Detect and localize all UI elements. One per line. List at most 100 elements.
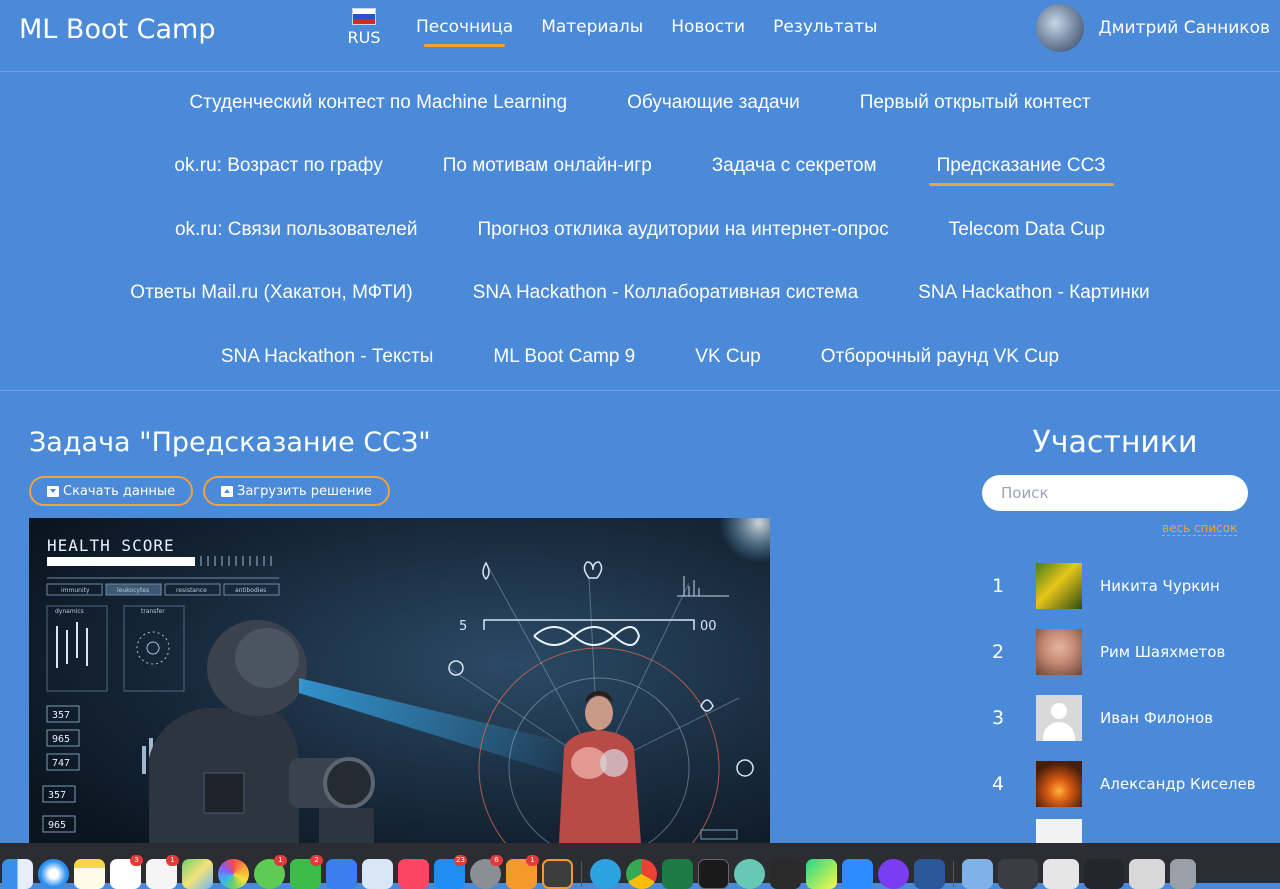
dock-separator [953,861,954,887]
figma-icon[interactable] [770,859,801,889]
window-thumbnail[interactable] [1129,859,1165,889]
system-preferences-icon[interactable]: 6 [470,855,503,889]
contest-link[interactable]: SNA Hackathon - Картинки [918,282,1150,304]
participant-rank: 2 [992,641,1005,663]
contest-link[interactable]: Обучающие задачи [627,92,800,114]
contest-link[interactable]: По мотивам онлайн-игр [443,155,652,177]
terminal-icon[interactable] [698,859,729,889]
participant-item[interactable]: 4 Александр Киселев [982,761,1272,807]
contest-link[interactable]: Отборочный раунд VK Cup [821,346,1059,368]
contest-link[interactable]: Прогноз отклика аудитории на интернет-оп… [477,219,888,241]
participants-list: 1 Никита Чуркин 2 Рим Шаяхметов 3 Иван Ф… [982,563,1272,885]
contest-link[interactable]: Студенческий контест по Machine Learning [189,92,567,114]
user-menu[interactable]: Дмитрий Санников [1036,4,1270,52]
contest-link[interactable]: SNA Hackathon - Коллаборативная система [473,282,858,304]
telegram-icon[interactable] [590,859,621,889]
nav-sandbox[interactable]: Песочница [416,17,513,47]
contest-link[interactable]: ok.ru: Связи пользователей [175,219,418,241]
health-score-label: HEALTH SCORE [47,536,175,555]
participant-item[interactable]: 3 Иван Филонов [982,695,1272,741]
window-thumbnail[interactable] [998,859,1038,889]
dock-badge: 6 [490,855,503,866]
hero-tab: antibodies [235,587,266,594]
contest-link[interactable]: Задача с секретом [712,155,877,177]
music-icon[interactable] [398,859,429,889]
contest-link-active[interactable]: Предсказание ССЗ [928,155,1114,186]
hero-scale-left: 5 [459,619,467,634]
hero-readout: 357 [52,710,70,721]
contest-link[interactable]: SNA Hackathon - Тексты [221,346,434,368]
keynote-icon[interactable] [326,859,357,889]
window-thumbnail[interactable] [1043,859,1079,889]
trash-icon[interactable] [1170,859,1196,889]
window-thumbnail[interactable] [1084,859,1124,889]
participant-rank: 4 [992,773,1005,795]
user-name: Дмитрий Санников [1098,18,1270,38]
contest-link[interactable]: ok.ru: Возраст по графу [174,155,382,177]
download-folder-icon [47,485,59,497]
contest-row: ok.ru: Возраст по графу По мотивам онлай… [0,155,1280,186]
participant-name: Никита Чуркин [1100,577,1220,595]
contest-row: SNA Hackathon - Тексты ML Boot Camp 9 VK… [0,346,1280,368]
contest-link[interactable]: Ответы Mail.ru (Хакатон, МФТИ) [130,282,412,304]
upload-solution-button[interactable]: Загрузить решение [203,476,390,506]
contest-link[interactable]: ML Boot Camp 9 [493,346,635,368]
messages-icon[interactable]: 1 [254,855,287,889]
word-icon[interactable] [914,859,945,889]
upload-folder-icon [221,485,233,497]
language-switcher[interactable]: RUS [346,8,382,47]
photos-icon[interactable] [218,859,249,889]
reminders-icon[interactable]: 1 [146,855,179,889]
calendar-icon[interactable]: 3 [110,855,143,889]
maps-icon[interactable] [182,859,213,889]
app-store-icon[interactable]: 23 [434,855,467,889]
language-label: RUS [347,28,381,47]
finder-icon[interactable] [2,859,33,889]
hero-tab: immunity [61,587,90,594]
nav-materials[interactable]: Материалы [541,17,643,43]
contest-nav: Студенческий контест по Machine Learning… [0,72,1280,391]
chrome-icon[interactable] [626,859,657,889]
safari-icon[interactable] [38,859,69,889]
pycharm-icon[interactable] [806,859,837,889]
participants-search-input[interactable] [982,475,1248,511]
task-title: Задача "Предсказание ССЗ" [29,427,431,458]
contest-row: Студенческий контест по Machine Learning… [0,92,1280,114]
download-data-label: Скачать данные [63,483,176,499]
downloads-folder-icon[interactable] [962,859,993,889]
site-logo[interactable]: ML Boot Camp [19,14,216,45]
full-list-link[interactable]: весь список [1162,521,1238,536]
excel-icon[interactable] [662,859,693,889]
download-data-button[interactable]: Скачать данные [29,476,194,506]
sublime-icon[interactable] [542,859,573,889]
participant-rank: 1 [992,575,1005,597]
books-icon[interactable]: 1 [506,855,539,889]
participant-item[interactable]: 2 Рим Шаяхметов [982,629,1272,675]
screen-recorder-icon[interactable] [878,859,909,889]
dock-badge: 2 [310,855,323,866]
hero-readout: 357 [48,790,66,801]
nav-news[interactable]: Новости [671,17,745,43]
vpn-icon[interactable] [734,859,765,889]
user-avatar [1036,4,1085,52]
hero-scale-right: 00 [700,619,717,634]
main-nav: Песочница Материалы Новости Результаты [416,17,877,47]
contest-row: Ответы Mail.ru (Хакатон, МФТИ) SNA Hacka… [0,282,1280,304]
nav-results[interactable]: Результаты [773,17,877,43]
participant-item[interactable]: 1 Никита Чуркин [982,563,1272,609]
hero-readout: 965 [48,820,66,831]
contest-link[interactable]: Первый открытый контест [860,92,1091,114]
preview-icon[interactable] [362,859,393,889]
default-avatar-icon [1036,695,1082,741]
zoom-icon[interactable] [842,859,873,889]
participant-name: Александр Киселев [1100,775,1256,793]
dock-separator [581,861,582,887]
hero-readout: 965 [52,734,70,745]
facetime-icon[interactable]: 2 [290,855,323,889]
contest-link[interactable]: VK Cup [695,346,760,368]
dock-badge: 23 [454,855,467,866]
dock-badge: 1 [166,855,179,866]
task-hero-image: HEALTH SCORE immunity leukocytes resista… [29,518,770,843]
notes-icon[interactable] [74,859,105,889]
contest-link[interactable]: Telecom Data Cup [949,219,1105,241]
